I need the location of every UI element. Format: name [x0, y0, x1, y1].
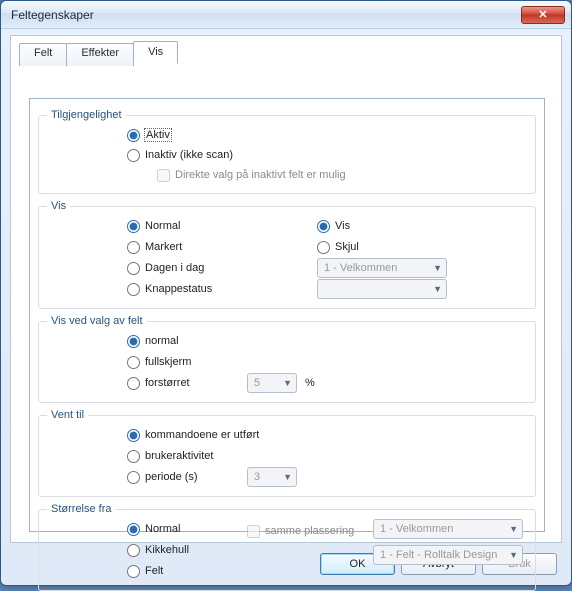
tab-effekter[interactable]: Effekter	[66, 43, 134, 66]
radio-vis-vis[interactable]	[317, 220, 330, 233]
dialog-window: Feltegenskaper ✕ Felt Effekter Vis Tilgj…	[0, 0, 572, 586]
label-vt-periode: periode (s)	[145, 471, 198, 483]
label-vv-normal: normal	[145, 335, 179, 347]
combo-vis-knappe: ▼	[317, 279, 447, 299]
label-vv-forstorret: forstørret	[145, 377, 190, 389]
group-vis-ved-valg: Vis ved valg av felt normal fullskjerm f…	[38, 315, 536, 403]
close-icon: ✕	[538, 8, 547, 21]
combo-vis-side: 1 - Velkommen▼	[317, 258, 447, 278]
group-vent-til: Vent til kommandoene er utført brukerakt…	[38, 409, 536, 497]
label-sf-kikkehull: Kikkehull	[145, 544, 189, 556]
legend-vis-ved-valg: Vis ved valg av felt	[47, 315, 147, 327]
legend-vent-til: Vent til	[47, 409, 88, 421]
tab-panel-vis: Tilgjengelighet Aktiv Inaktiv (ikke scan…	[29, 98, 545, 532]
titlebar: Feltegenskaper ✕	[1, 1, 571, 29]
group-storrelse-fra: Størrelse fra Normal Kikkehull Felt samm…	[38, 503, 536, 591]
radio-vis-knappe[interactable]	[127, 283, 140, 296]
chevron-down-icon: ▼	[433, 284, 442, 294]
combo-sf-side: 1 - Velkommen▼	[373, 519, 523, 539]
label-direkte-valg: Direkte valg på inaktivt felt er mulig	[175, 169, 346, 181]
radio-sf-kikkehull[interactable]	[127, 544, 140, 557]
radio-sf-normal[interactable]	[127, 523, 140, 536]
label-percent: %	[305, 377, 315, 389]
radio-vis-markert[interactable]	[127, 241, 140, 254]
group-vis: Vis Normal Markert Dagen i dag Knappesta…	[38, 200, 536, 309]
radio-vt-kommando[interactable]	[127, 429, 140, 442]
legend-tilgjengelighet: Tilgjengelighet	[47, 109, 126, 121]
chevron-down-icon: ▼	[283, 378, 292, 388]
chevron-down-icon: ▼	[509, 550, 518, 560]
group-tilgjengelighet: Tilgjengelighet Aktiv Inaktiv (ikke scan…	[38, 109, 536, 194]
label-vt-kommando: kommandoene er utført	[145, 429, 259, 441]
radio-vis-dagen[interactable]	[127, 262, 140, 275]
label-inaktiv: Inaktiv (ikke scan)	[145, 149, 233, 161]
legend-storrelse-fra: Størrelse fra	[47, 503, 116, 515]
label-vis-vis: Vis	[335, 220, 350, 232]
client-area: Tilgjengelighet Aktiv Inaktiv (ikke scan…	[10, 35, 562, 543]
close-button[interactable]: ✕	[521, 6, 565, 24]
label-sf-normal: Normal	[145, 523, 180, 535]
chevron-down-icon: ▼	[433, 263, 442, 273]
label-vv-fullskjerm: fullskjerm	[145, 356, 191, 368]
label-vt-bruker: brukeraktivitet	[145, 450, 213, 462]
tab-strip: Felt Effekter Vis	[19, 41, 177, 64]
legend-vis: Vis	[47, 200, 70, 212]
chevron-down-icon: ▼	[283, 472, 292, 482]
radio-vt-bruker[interactable]	[127, 450, 140, 463]
combo-sf-felt: 1 - Felt - Rolltalk Design▼	[373, 545, 523, 565]
label-aktiv: Aktiv	[145, 129, 171, 141]
label-vis-normal: Normal	[145, 220, 180, 232]
label-vis-dagen: Dagen i dag	[145, 262, 204, 274]
chevron-down-icon: ▼	[509, 524, 518, 534]
label-samme-plassering: samme plassering	[265, 525, 354, 537]
radio-vv-normal[interactable]	[127, 335, 140, 348]
radio-vt-periode[interactable]	[127, 471, 140, 484]
radio-vis-skjul[interactable]	[317, 241, 330, 254]
tab-felt[interactable]: Felt	[19, 43, 67, 66]
tab-vis[interactable]: Vis	[133, 41, 178, 64]
radio-aktiv[interactable]	[127, 129, 140, 142]
checkbox-samme-plassering	[247, 525, 260, 538]
combo-periode-sec: 3▼	[247, 467, 297, 487]
radio-sf-felt[interactable]	[127, 565, 140, 578]
radio-vv-forstorret[interactable]	[127, 377, 140, 390]
combo-zoom: 5▼	[247, 373, 297, 393]
label-vis-knappe: Knappestatus	[145, 283, 212, 295]
radio-inaktiv[interactable]	[127, 149, 140, 162]
radio-vis-normal[interactable]	[127, 220, 140, 233]
radio-vv-fullskjerm[interactable]	[127, 356, 140, 369]
label-vis-markert: Markert	[145, 241, 182, 253]
window-title: Feltegenskaper	[11, 8, 94, 22]
label-sf-felt: Felt	[145, 565, 163, 577]
checkbox-direkte-valg	[157, 169, 170, 182]
label-vis-skjul: Skjul	[335, 241, 359, 253]
